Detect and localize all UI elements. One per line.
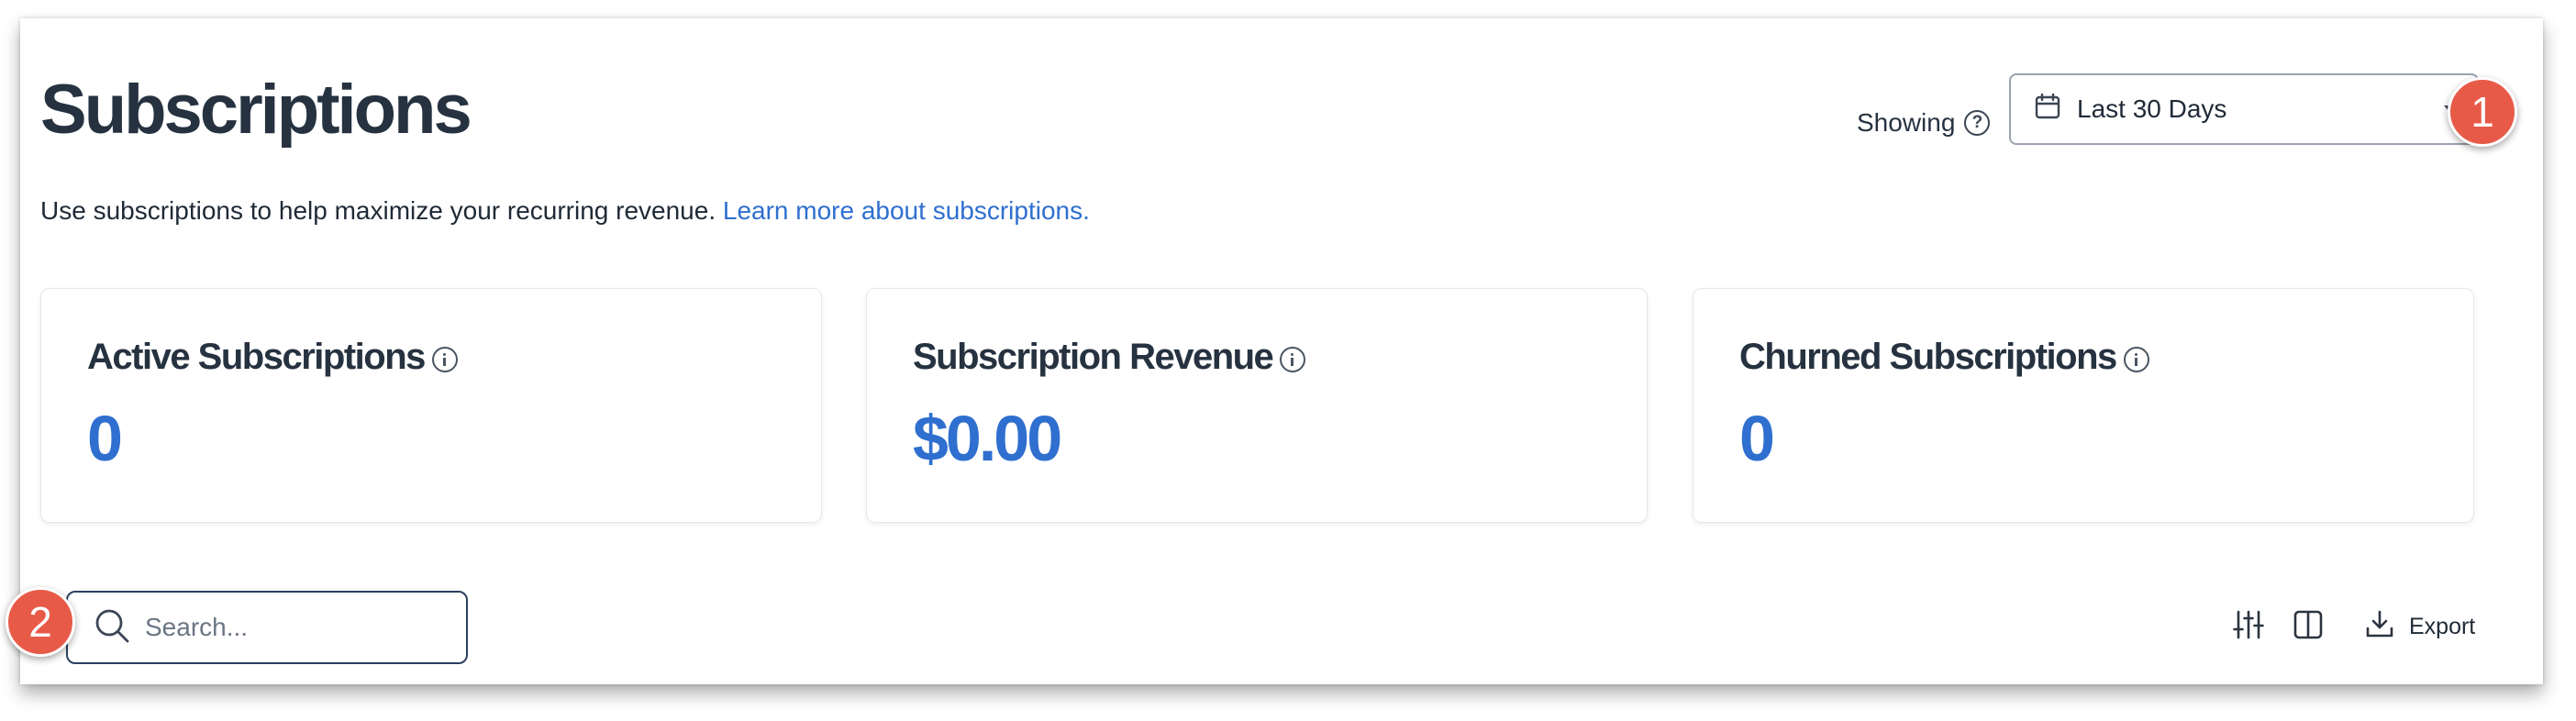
export-label: Export (2409, 614, 2476, 639)
stat-value: 0 (87, 403, 123, 474)
filter-sliders-icon[interactable] (2233, 609, 2264, 645)
search-box[interactable] (66, 591, 468, 664)
stat-value: 0 (1739, 403, 1775, 474)
stat-header: Churned Subscriptions (1739, 337, 2149, 378)
stat-label: Subscription Revenue (913, 337, 1274, 377)
date-range-select[interactable]: Last 30 Days (2009, 73, 2479, 145)
stat-header: Active Subscriptions (87, 337, 458, 378)
search-icon (94, 607, 130, 649)
date-range-value: Last 30 Days (2077, 94, 2227, 123)
callout-badge-1: 1 (2448, 77, 2517, 147)
search-input[interactable] (143, 612, 440, 643)
stat-card-active-subscriptions: Active Subscriptions 0 (40, 288, 822, 523)
page-description: Use subscriptions to help maximize your … (40, 196, 1090, 226)
info-icon[interactable] (1280, 346, 1306, 372)
stat-label: Churned Subscriptions (1739, 337, 2117, 377)
stat-label: Active Subscriptions (87, 337, 426, 377)
columns-icon[interactable] (2293, 609, 2323, 645)
page-title: Subscriptions (40, 71, 472, 149)
showing-label-group: Showing ? (1857, 108, 1991, 138)
help-icon[interactable]: ? (1964, 110, 1991, 136)
stat-card-subscription-revenue: Subscription Revenue $0.00 (866, 288, 1648, 523)
callout-badge-2: 2 (6, 587, 75, 657)
stat-header: Subscription Revenue (913, 337, 1306, 378)
calendar-icon (2035, 93, 2060, 127)
stat-value: $0.00 (913, 403, 1062, 474)
learn-more-link[interactable]: Learn more about subscriptions. (723, 196, 1090, 225)
screenshot-stage: Subscriptions Use subscriptions to help … (0, 0, 2576, 721)
description-text: Use subscriptions to help maximize your … (40, 196, 716, 225)
showing-label: Showing (1857, 108, 1956, 137)
download-icon (2365, 609, 2394, 645)
info-icon[interactable] (431, 346, 458, 372)
stat-card-churned-subscriptions: Churned Subscriptions 0 (1693, 288, 2474, 523)
info-icon[interactable] (2123, 346, 2149, 372)
export-button[interactable]: Export (2365, 609, 2475, 645)
